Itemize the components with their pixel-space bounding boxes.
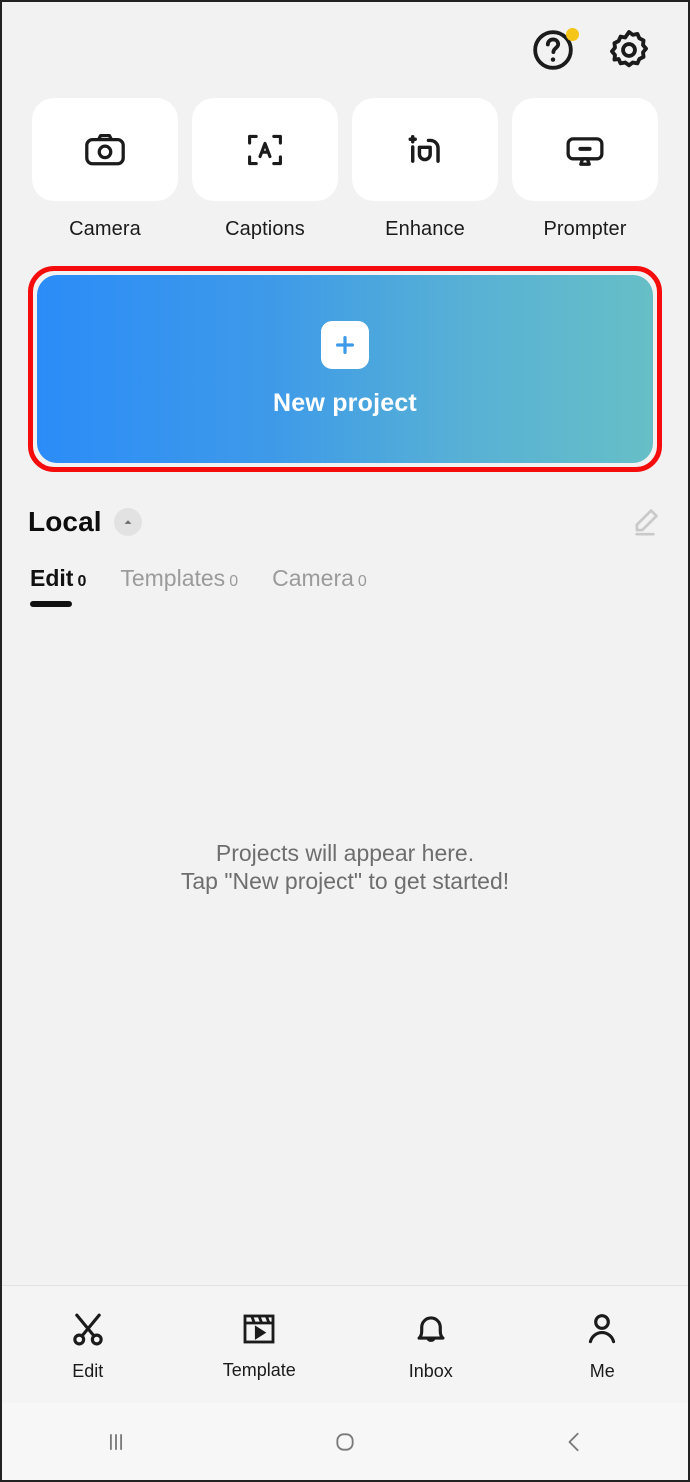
tab-count: 0 [77, 573, 87, 590]
quick-action-tile[interactable] [32, 98, 178, 201]
quick-action-enhance[interactable]: Enhance [352, 98, 498, 241]
recents-button[interactable] [2, 1425, 231, 1459]
tab-templates[interactable]: Templates 0 [120, 565, 238, 592]
captions-scan-icon [248, 134, 282, 165]
tab-templates-text: Templates 0 [120, 565, 238, 592]
nav-item-me[interactable]: Me [517, 1308, 689, 1382]
tab-count: 0 [357, 573, 367, 590]
tab-edit-text: Edit 0 [30, 565, 86, 592]
tab-count: 0 [229, 573, 239, 590]
quick-action-label: Prompter [543, 218, 627, 240]
clapperboard-icon [243, 1314, 275, 1343]
camera-icon [85, 133, 125, 165]
person-icon [589, 1313, 616, 1343]
prompter-monitor-icon [566, 136, 604, 166]
local-section-header: Local [2, 472, 688, 539]
gear-icon [610, 30, 648, 68]
nav-item-edit[interactable]: Edit [2, 1308, 174, 1382]
back-button[interactable] [459, 1425, 688, 1459]
enhance-sparkle-icon [408, 134, 440, 163]
tab-label: Camera [272, 565, 354, 591]
tab-label: Templates [120, 565, 226, 591]
bottom-navigation: Edit Template Inbox Me [2, 1285, 688, 1403]
local-collapse-button[interactable] [113, 508, 142, 536]
quick-action-tile[interactable] [512, 98, 658, 201]
quick-action-label: Camera [69, 218, 141, 240]
quick-action-captions[interactable]: Captions [192, 98, 338, 241]
app-screen: Camera Captions Enhance Prompter New pro… [0, 0, 690, 1482]
tab-camera-text: Camera 0 [272, 565, 367, 592]
new-project-button[interactable]: New project [37, 275, 653, 463]
nav-label: Inbox [408, 1360, 453, 1381]
help-button[interactable] [530, 27, 579, 73]
empty-state-line2: Tap "New project" to get started! [180, 868, 510, 895]
nav-label: Template [222, 1359, 296, 1380]
home-circle-icon [336, 1432, 354, 1451]
new-project-label: New project [273, 388, 417, 417]
nav-item-inbox[interactable]: Inbox [345, 1308, 517, 1382]
tab-camera[interactable]: Camera 0 [272, 565, 367, 592]
projects-list-area: Projects will appear here. Tap "New proj… [2, 607, 688, 1285]
local-tabs: Edit 0 Templates 0 Camera 0 [2, 539, 688, 607]
android-system-bar [2, 1403, 688, 1480]
quick-action-label: Enhance [385, 218, 465, 240]
empty-state-line1: Projects will appear here. [215, 840, 475, 866]
help-badge-dot [566, 28, 579, 41]
quick-action-tile[interactable] [192, 98, 338, 201]
local-title: Local [28, 506, 102, 537]
quick-action-prompter[interactable]: Prompter [512, 98, 658, 241]
tab-label: Edit [30, 565, 74, 591]
quick-action-label: Captions [225, 218, 305, 240]
quick-actions-row: Camera Captions Enhance Prompter [2, 98, 688, 241]
scissors-icon [73, 1313, 103, 1345]
quick-action-camera[interactable]: Camera [32, 98, 178, 241]
new-project-highlight: New project [28, 266, 662, 472]
empty-state: Projects will appear here. Tap "New proj… [181, 839, 509, 895]
nav-item-template[interactable]: Template [174, 1309, 346, 1381]
settings-button[interactable] [606, 27, 652, 73]
tab-edit[interactable]: Edit 0 [30, 565, 86, 607]
chevron-left-icon [568, 1432, 579, 1451]
pencil-icon[interactable] [628, 505, 662, 539]
top-bar [2, 2, 688, 98]
nav-label: Edit [72, 1360, 104, 1381]
home-button[interactable] [231, 1425, 460, 1459]
bell-icon [417, 1315, 445, 1342]
recents-icon [110, 1433, 123, 1450]
chevron-up-icon [124, 520, 132, 524]
plus-button[interactable] [321, 320, 369, 369]
quick-action-tile[interactable] [352, 98, 498, 201]
plus-icon [336, 335, 354, 354]
nav-label: Me [589, 1360, 615, 1381]
